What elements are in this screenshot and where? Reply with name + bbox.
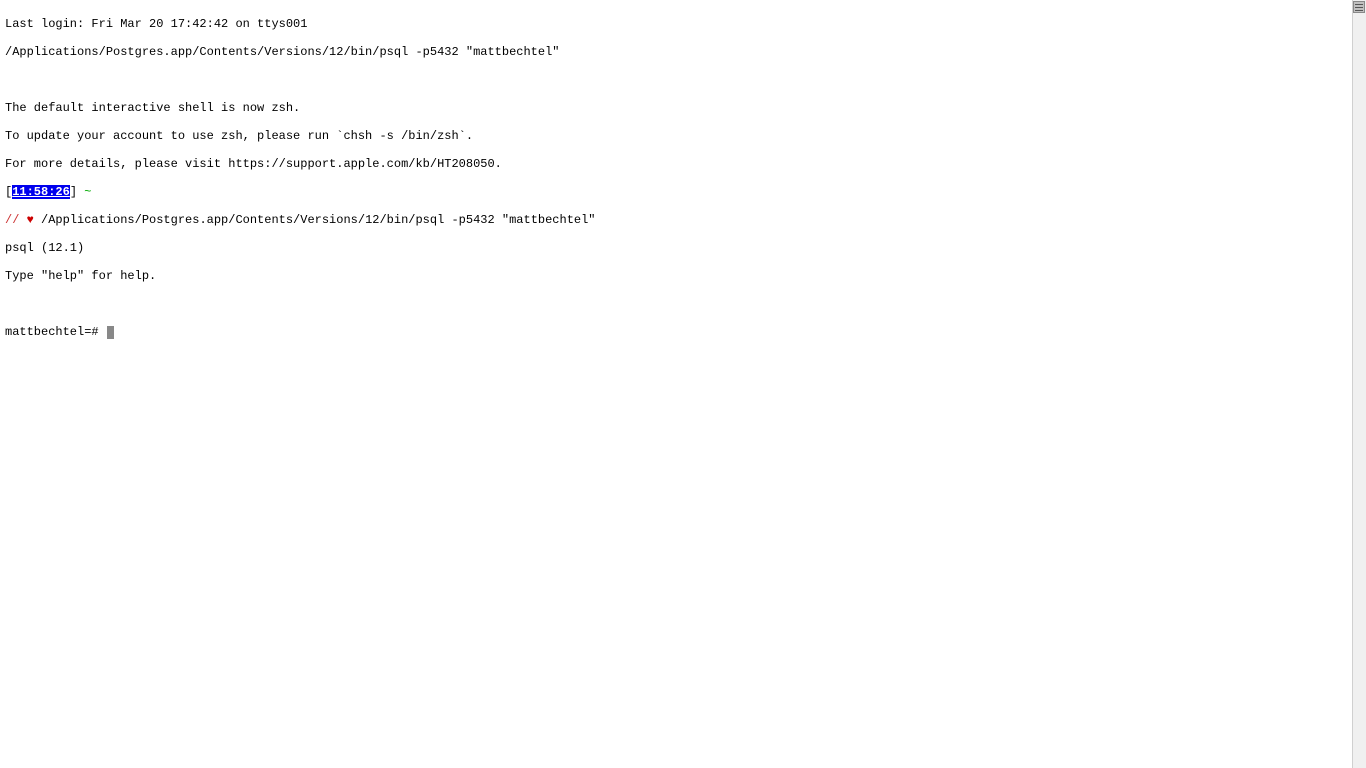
command-line-1: /Applications/Postgres.app/Contents/Vers…	[5, 45, 1345, 59]
prompt-tilde: ~	[84, 185, 91, 199]
prompt-bracket-close: ]	[70, 185, 84, 199]
shell-prompt-line-2: // ♥ /Applications/Postgres.app/Contents…	[5, 213, 1345, 227]
last-login-line: Last login: Fri Mar 20 17:42:42 on ttys0…	[5, 17, 1345, 31]
zsh-notice-line-1: The default interactive shell is now zsh…	[5, 101, 1345, 115]
blank-line-2	[5, 297, 1345, 311]
shell-prompt-line: [11:58:26] ~	[5, 185, 1345, 199]
scrollbar-thumb[interactable]	[1353, 1, 1365, 13]
prompt-timestamp: 11:58:26	[12, 185, 70, 199]
terminal-output[interactable]: Last login: Fri Mar 20 17:42:42 on ttys0…	[0, 0, 1350, 768]
psql-prompt-text: mattbechtel=#	[5, 325, 106, 339]
cursor-icon	[107, 326, 114, 339]
blank-line	[5, 73, 1345, 87]
heart-icon: ♥	[27, 213, 34, 227]
prompt-slashes: //	[5, 213, 27, 227]
zsh-notice-line-2: To update your account to use zsh, pleas…	[5, 129, 1345, 143]
zsh-notice-line-3: For more details, please visit https://s…	[5, 157, 1345, 171]
prompt-command: /Applications/Postgres.app/Contents/Vers…	[34, 213, 596, 227]
psql-version-line: psql (12.1)	[5, 241, 1345, 255]
psql-help-line: Type "help" for help.	[5, 269, 1345, 283]
scrollbar-track[interactable]	[1352, 0, 1366, 768]
psql-prompt-line[interactable]: mattbechtel=#	[5, 325, 1345, 339]
